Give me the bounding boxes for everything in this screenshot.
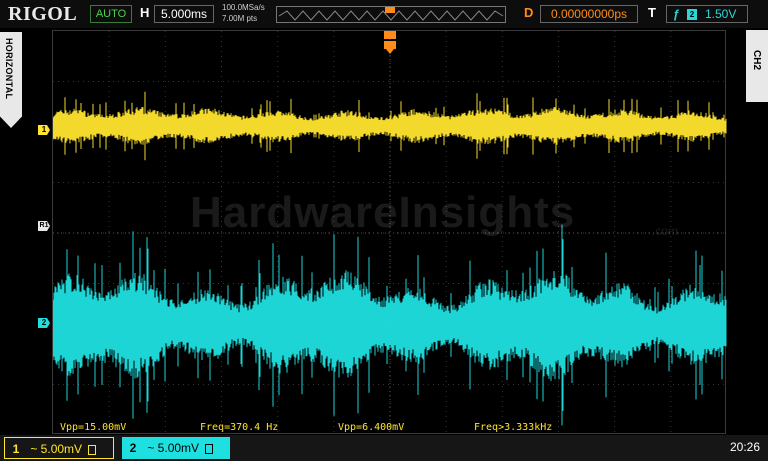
trigger-position-marker[interactable] xyxy=(384,31,396,55)
ch2-bw-icon xyxy=(205,443,214,454)
memory-depth: 7.00M pts xyxy=(222,14,258,23)
timeline-graphic xyxy=(278,7,504,21)
trigger-position-icon xyxy=(385,7,395,13)
ch2-scale-box[interactable]: 2 ~ 5.00mV xyxy=(122,437,230,459)
watermark-suffix: .com xyxy=(652,224,679,238)
horizontal-tab-label: HORIZONTAL xyxy=(4,38,14,100)
watermark-text: HardwareInsights xyxy=(190,188,576,237)
timebase-readout[interactable]: 5.000ms xyxy=(154,5,214,23)
acquisition-mode-badge[interactable]: AUTO xyxy=(90,5,132,23)
measurement-ch1-freq: Freq=370.4 Hz xyxy=(200,422,279,433)
ch1-scale-box[interactable]: 1 ~ 5.00mV xyxy=(4,437,114,459)
delay-label: D xyxy=(524,5,534,20)
rising-edge-icon: ƒ xyxy=(673,7,680,21)
top-status-bar: RIGOL AUTO H 5.000ms 100.0MSa/s 7.00M pt… xyxy=(0,0,768,28)
system-clock: 20:26 xyxy=(729,440,760,454)
measurement-ch2-freq: Freq>3.333kHz xyxy=(474,422,553,433)
ch1-scale: ~ 5.00mV xyxy=(30,442,83,456)
bottom-channel-bar: 1 ~ 5.00mV 2 ~ 5.00mV 20:26 xyxy=(0,435,768,461)
trigger-readout[interactable]: ƒ 2 1.50V xyxy=(666,5,748,23)
trigger-label: T xyxy=(648,5,656,20)
brand-logo: RIGOL xyxy=(8,3,78,25)
ch2-scale: ~ 5.00mV xyxy=(147,441,200,455)
ch2-number: 2 xyxy=(129,441,137,455)
channel-menu-tab[interactable]: CH2 xyxy=(746,30,768,102)
sample-rate: 100.0MSa/s xyxy=(222,3,265,12)
horizontal-menu-tab[interactable]: HORIZONTAL xyxy=(0,32,22,128)
ch1-offset-marker[interactable]: 1 xyxy=(38,125,50,135)
memory-timeline[interactable] xyxy=(276,6,506,23)
ch2-offset-marker[interactable]: 2 xyxy=(38,318,50,328)
measurement-ch1-vpp: Vpp=15.00mV xyxy=(60,422,127,433)
reference-marker[interactable]: R1 xyxy=(38,221,50,231)
measurement-ch2-vpp: Vpp=6.400mV xyxy=(338,422,405,433)
delay-readout[interactable]: 0.00000000ps xyxy=(540,5,638,23)
ch1-number: 1 xyxy=(12,442,20,456)
ch1-bw-icon xyxy=(88,444,97,455)
trigger-level: 1.50V xyxy=(705,7,737,21)
horizontal-label: H xyxy=(140,5,150,20)
channel-tab-label: CH2 xyxy=(751,50,762,71)
trigger-channel-badge: 2 xyxy=(687,9,697,20)
sample-rate-readout: 100.0MSa/s 7.00M pts xyxy=(222,2,265,24)
